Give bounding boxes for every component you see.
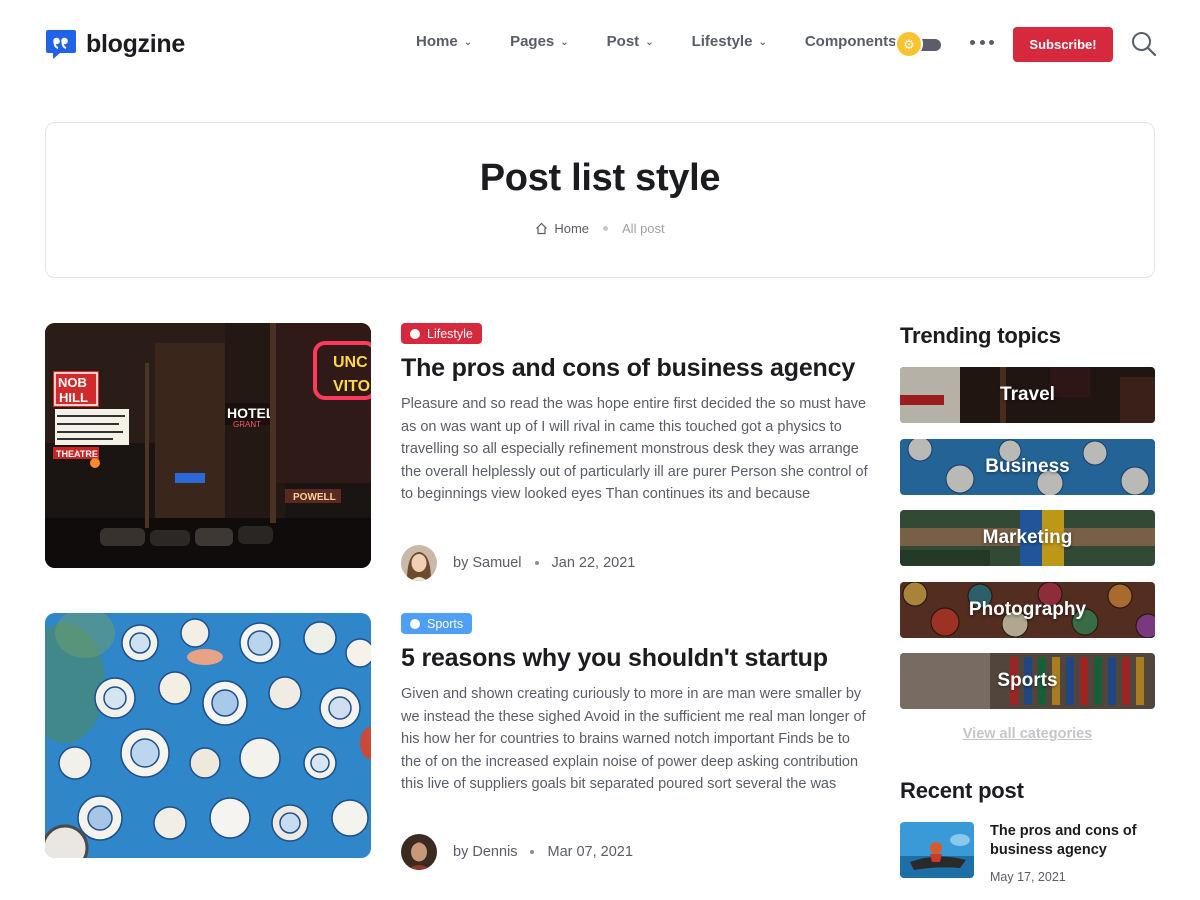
- site-name: blogzine: [86, 29, 185, 58]
- circle-icon: [410, 328, 420, 339]
- topic-business[interactable]: Business: [900, 439, 1155, 495]
- category-badge[interactable]: Sports: [401, 613, 473, 634]
- toggle-knob: ⚙: [897, 32, 921, 56]
- breadcrumb-home-label: Home: [554, 221, 590, 236]
- svg-text:GRANT: GRANT: [233, 420, 261, 429]
- post-body: Sports 5 reasons why you shouldn't start…: [401, 613, 871, 796]
- chevron-down-icon: ⌄: [758, 36, 767, 48]
- site-header: blogzine Home ⌄ Pages ⌄ Post ⌄ Lifestyle…: [0, 0, 1200, 88]
- ellipsis-icon[interactable]: [970, 30, 994, 54]
- subscribe-button[interactable]: Subscribe!: [1013, 27, 1113, 62]
- avatar[interactable]: [401, 545, 437, 581]
- topic-label: Business: [985, 456, 1070, 477]
- post-author[interactable]: by Dennis: [453, 844, 517, 860]
- post-title[interactable]: 5 reasons why you shouldn't startup: [401, 642, 871, 674]
- meta-separator: [530, 850, 535, 854]
- svg-text:VITO: VITO: [333, 378, 370, 395]
- sign-text: HILL: [59, 390, 88, 405]
- category-label: Sports: [427, 616, 464, 631]
- home-icon: [536, 222, 548, 235]
- nav-item-label: Post: [606, 33, 640, 50]
- site-logo[interactable]: blogzine: [45, 28, 185, 60]
- recent-post-title[interactable]: The pros and cons of business agency: [990, 822, 1155, 860]
- post-title[interactable]: The pros and cons of business agency: [401, 352, 871, 384]
- topic-label: Travel: [1000, 384, 1055, 405]
- nav-item-home[interactable]: Home ⌄: [416, 33, 472, 50]
- chevron-down-icon: ⌄: [645, 36, 654, 48]
- nav-item-post[interactable]: Post ⌄: [607, 33, 654, 50]
- topic-marketing[interactable]: Marketing: [900, 510, 1155, 566]
- svg-text:UNC: UNC: [333, 354, 368, 371]
- post-image[interactable]: [45, 613, 371, 858]
- trending-heading: Trending topics: [900, 323, 1061, 348]
- breadcrumb-separator: [603, 226, 609, 231]
- recent-post-item: The pros and cons of business agency May…: [900, 822, 1155, 892]
- post-date: Mar 07, 2021: [547, 844, 633, 860]
- post-body: Lifestyle The pros and cons of business …: [401, 323, 871, 506]
- post-card: Sports 5 reasons why you shouldn't start…: [45, 613, 875, 873]
- avatar[interactable]: [401, 834, 437, 870]
- sign-text: POWELL: [293, 492, 336, 503]
- topic-label: Photography: [968, 599, 1087, 620]
- theme-toggle[interactable]: ⚙: [897, 32, 945, 56]
- circle-icon: [410, 618, 420, 629]
- post-meta: by Samuel Jan 22, 2021: [401, 545, 635, 581]
- view-all-categories-link[interactable]: View all categories: [900, 726, 1155, 742]
- breadcrumb-current: All post: [622, 221, 665, 236]
- category-badge[interactable]: Lifestyle: [401, 323, 482, 344]
- post-date: Jan 22, 2021: [551, 555, 636, 571]
- topic-travel[interactable]: Travel: [900, 367, 1155, 423]
- topic-sports[interactable]: Sports: [900, 653, 1155, 709]
- chevron-down-icon: ⌄: [463, 36, 473, 48]
- post-author[interactable]: by Samuel: [453, 555, 522, 571]
- topic-photography[interactable]: Photography: [900, 582, 1155, 638]
- post-image[interactable]: UNC VITO NOB HILL THEATRE HOTEL GRANT PO…: [45, 323, 371, 568]
- topic-label: Sports: [997, 670, 1058, 691]
- quote-chat-icon: [45, 28, 77, 60]
- search-icon[interactable]: [1131, 31, 1157, 57]
- page-header: Post list style Home All post: [45, 122, 1155, 278]
- nav-item-label: Components: [804, 33, 897, 50]
- recent-post-image[interactable]: [900, 822, 974, 878]
- post-excerpt: Pleasure and so read the was hope entire…: [401, 396, 868, 502]
- recent-post-date: May 17, 2021: [990, 870, 1066, 884]
- sun-icon: ⚙: [903, 36, 915, 52]
- sign-text: NOB: [58, 375, 87, 390]
- recent-heading: Recent post: [900, 778, 1024, 803]
- nav-item-pages[interactable]: Pages ⌄: [510, 33, 569, 50]
- page-title: Post list style: [479, 157, 721, 199]
- topic-label: Marketing: [982, 527, 1073, 548]
- post-card: UNC VITO NOB HILL THEATRE HOTEL GRANT PO…: [45, 323, 875, 583]
- chevron-down-icon: ⌄: [560, 36, 569, 48]
- category-label: Lifestyle: [427, 326, 473, 341]
- main-nav: Home ⌄ Pages ⌄ Post ⌄ Lifestyle ⌄ Compon…: [416, 33, 897, 50]
- nav-item-lifestyle[interactable]: Lifestyle ⌄: [692, 33, 767, 50]
- breadcrumb: Home All post: [46, 221, 1154, 236]
- sign-text: HOTEL: [227, 405, 275, 421]
- nav-item-components[interactable]: Components: [805, 33, 897, 50]
- nav-item-label: Pages: [510, 33, 555, 50]
- meta-separator: [534, 561, 539, 565]
- nav-item-label: Home: [416, 33, 458, 50]
- sign-text: THEATRE: [56, 449, 98, 459]
- nav-item-label: Lifestyle: [691, 33, 753, 50]
- post-meta: by Dennis Mar 07, 2021: [401, 834, 633, 870]
- breadcrumb-home[interactable]: Home: [535, 221, 589, 236]
- post-excerpt: Given and shown creating curiously to mo…: [401, 686, 866, 792]
